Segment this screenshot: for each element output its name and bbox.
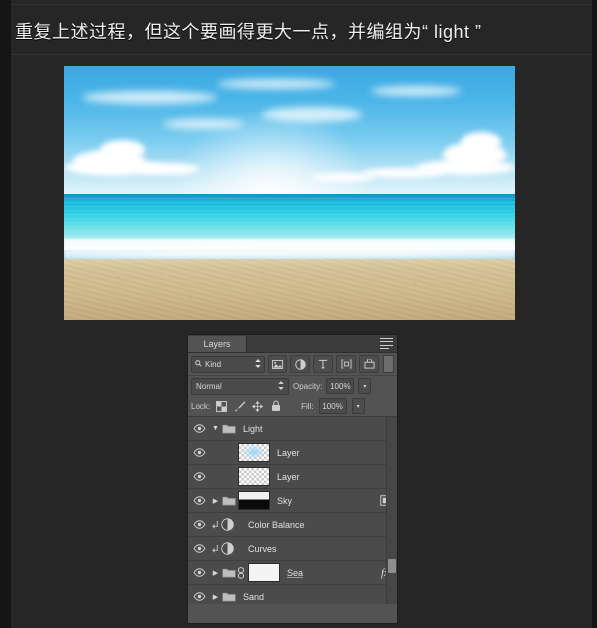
lock-transparent-pixels-icon[interactable] [215, 400, 228, 413]
search-icon [195, 359, 202, 369]
layer-list[interactable]: ▼ Light Layer Layer ▶ Sky Color Balance … [188, 417, 397, 604]
layer-filter-row[interactable]: Kind [188, 353, 397, 376]
panel-menu-icon[interactable] [380, 338, 393, 349]
layers-scrollbar-thumb[interactable] [388, 559, 396, 573]
adjustment-layer-icon[interactable] [221, 518, 234, 531]
caption-bottom-divider [11, 54, 592, 55]
table-row[interactable]: ▶ Sea fx [188, 561, 397, 585]
layer-mask-thumbnail[interactable] [238, 491, 270, 510]
lock-row[interactable]: Lock: Fill: 100% ▾ [188, 396, 397, 417]
layers-scrollbar[interactable] [386, 417, 397, 604]
group-expand-chevron-icon[interactable]: ▶ [210, 593, 221, 601]
fill-label: Fill: [301, 401, 314, 411]
table-row[interactable]: Curves [188, 537, 397, 561]
layer-name[interactable]: Color Balance [234, 520, 375, 530]
tab-empty-space [247, 336, 397, 352]
caption-bar: 重复上述过程，但这个要画得更大一点，并编组为“ light ” [11, 8, 592, 53]
fill-stepper[interactable]: ▾ [351, 398, 365, 414]
filter-kind-label: Kind [205, 359, 222, 369]
left-gutter [0, 0, 11, 628]
folder-icon [221, 495, 236, 506]
layer-visibility-icon[interactable] [188, 441, 210, 464]
lock-label: Lock: [191, 401, 211, 411]
cloud-center-e [312, 172, 376, 182]
layer-visibility-icon[interactable] [188, 417, 210, 440]
layer-visibility-icon[interactable] [188, 489, 210, 512]
caption-text: 重复上述过程，但这个要画得更大一点，并编组为“ light ” [15, 21, 482, 42]
clipping-mask-icon [210, 520, 221, 530]
layer-link-icon[interactable] [236, 566, 246, 579]
layer-name[interactable]: Light [236, 424, 375, 434]
layer-visibility-icon[interactable] [188, 585, 210, 604]
folder-icon [221, 591, 236, 602]
layer-name[interactable]: Sand [236, 592, 375, 602]
clipping-mask-icon [210, 544, 221, 554]
layer-name[interactable]: Layer [270, 472, 375, 482]
blend-mode-dropdown[interactable]: Normal [191, 377, 289, 395]
filter-adjustment-layers-button[interactable] [290, 355, 311, 373]
folder-icon [221, 567, 236, 578]
blend-mode-value: Normal [196, 381, 222, 391]
layer-visibility-icon[interactable] [188, 465, 210, 488]
layer-thumbnail[interactable] [238, 443, 270, 462]
folder-icon [221, 423, 236, 434]
table-row[interactable]: ▶ Sky [188, 489, 397, 513]
photo-sea-ripples [64, 198, 515, 234]
table-row[interactable]: ▼ Light [188, 417, 397, 441]
layer-visibility-icon[interactable] [188, 561, 210, 584]
group-expand-chevron-icon[interactable]: ▼ [210, 425, 221, 432]
table-row[interactable]: Layer [188, 441, 397, 465]
adjustment-layer-icon[interactable] [221, 542, 234, 555]
fill-value-field[interactable]: 100% [318, 398, 347, 414]
beach-photo [64, 66, 515, 320]
table-row[interactable]: ▶ Sand [188, 585, 397, 604]
chevron-down-icon[interactable] [278, 380, 284, 392]
group-expand-chevron-icon[interactable]: ▶ [210, 569, 221, 577]
layer-name[interactable]: Sea [280, 568, 375, 578]
layers-panel[interactable]: Layers Kind Normal Opacity: 100% ▾ Lock:… [188, 335, 397, 623]
filter-pixel-layers-button[interactable] [267, 355, 288, 373]
layer-mask-thumbnail[interactable] [248, 563, 280, 582]
layer-visibility-icon[interactable] [188, 513, 210, 536]
filter-shape-layers-button[interactable] [336, 355, 357, 373]
table-row[interactable]: Layer [188, 465, 397, 489]
filter-kind-dropdown[interactable]: Kind [191, 355, 265, 373]
photo-sand-texture [64, 259, 515, 320]
cloud-left-b [100, 139, 146, 160]
table-row[interactable]: Color Balance [188, 513, 397, 537]
cloud-left-d [136, 162, 200, 176]
lock-position-icon[interactable] [251, 400, 264, 413]
filter-smart-object-layers-button[interactable] [359, 355, 380, 373]
top-divider [11, 4, 592, 5]
opacity-stepper[interactable]: ▾ [358, 378, 372, 394]
group-expand-chevron-icon[interactable]: ▶ [210, 497, 221, 505]
lock-image-pixels-icon[interactable] [233, 400, 246, 413]
filter-enable-toggle[interactable] [383, 355, 394, 373]
cloud-wisp-2 [217, 78, 335, 89]
layer-name[interactable]: Curves [234, 544, 375, 554]
blend-mode-row[interactable]: Normal Opacity: 100% ▾ [188, 376, 397, 396]
updown-arrows-icon[interactable] [254, 358, 261, 370]
lock-all-icon[interactable] [269, 400, 282, 413]
panel-tab-bar[interactable]: Layers [188, 335, 397, 353]
tab-layers[interactable]: Layers [188, 336, 247, 352]
layer-name[interactable]: Sky [270, 496, 375, 506]
layer-name[interactable]: Layer [270, 448, 375, 458]
layer-thumbnail[interactable] [238, 467, 270, 486]
opacity-label: Opacity: [293, 381, 323, 391]
opacity-value-field[interactable]: 100% [326, 378, 355, 394]
right-gutter [592, 0, 597, 628]
layer-visibility-icon[interactable] [188, 537, 210, 560]
filter-type-layers-button[interactable] [313, 355, 334, 373]
